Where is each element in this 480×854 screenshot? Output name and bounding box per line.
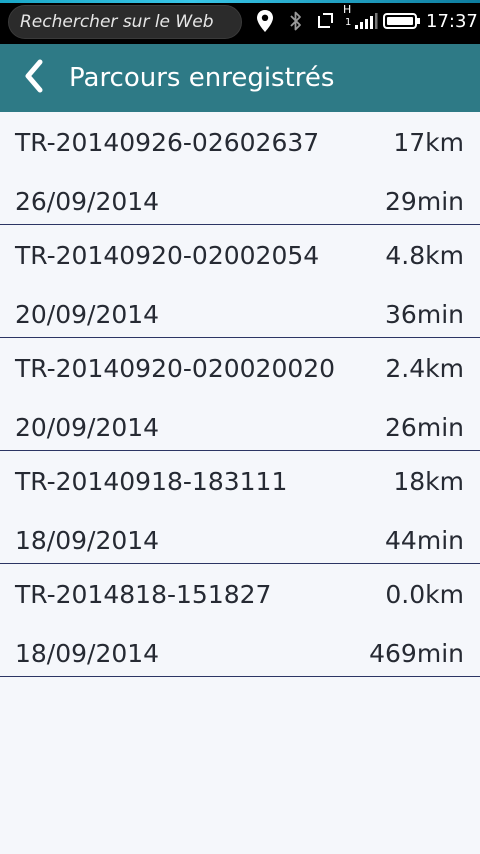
track-item[interactable]: TR-20140920-02002054 4.8km 20/09/2014 36…: [0, 225, 480, 338]
track-duration: 26min: [385, 413, 464, 442]
status-bar: Rechercher sur le Web H 1 17:37: [0, 0, 480, 44]
track-distance: 17km: [393, 128, 464, 157]
bluetooth-icon: [287, 8, 305, 34]
location-icon: [255, 8, 275, 34]
track-distance: 0.0km: [385, 580, 464, 609]
track-distance: 2.4km: [385, 354, 464, 383]
page-title: Parcours enregistrés: [69, 63, 335, 93]
track-name: TR-20140918-183111: [15, 467, 288, 496]
track-duration: 29min: [385, 187, 464, 216]
status-accent-line: [0, 0, 480, 3]
track-date: 20/09/2014: [15, 413, 160, 442]
clock: 17:37: [426, 11, 478, 32]
track-name: TR-2014818-151827: [15, 580, 272, 609]
track-date: 18/09/2014: [15, 526, 160, 555]
web-search-field[interactable]: Rechercher sur le Web: [8, 5, 242, 39]
track-duration: 44min: [385, 526, 464, 555]
sim-slot-label: 1: [345, 17, 352, 28]
track-item[interactable]: TR-20140926-02602637 17km 26/09/2014 29m…: [0, 112, 480, 225]
signal-icon: [353, 8, 379, 34]
track-date: 26/09/2014: [15, 187, 160, 216]
back-button[interactable]: [16, 59, 52, 97]
network-type-label: H: [343, 3, 352, 16]
track-date: 20/09/2014: [15, 300, 160, 329]
track-name: TR-20140920-02002054: [15, 241, 320, 270]
screen-rotation-icon: [314, 8, 336, 34]
track-item[interactable]: TR-2014818-151827 0.0km 18/09/2014 469mi…: [0, 564, 480, 677]
track-item[interactable]: TR-20140920-020020020 2.4km 20/09/2014 2…: [0, 338, 480, 451]
track-date: 18/09/2014: [15, 639, 160, 668]
app-header: Parcours enregistrés: [0, 44, 480, 112]
chevron-left-icon: [23, 59, 45, 97]
track-duration: 36min: [385, 300, 464, 329]
track-distance: 4.8km: [385, 241, 464, 270]
track-name: TR-20140920-020020020: [15, 354, 336, 383]
track-item[interactable]: TR-20140918-183111 18km 18/09/2014 44min: [0, 451, 480, 564]
track-list: TR-20140926-02602637 17km 26/09/2014 29m…: [0, 112, 480, 677]
track-duration: 469min: [369, 639, 464, 668]
track-distance: 18km: [393, 467, 464, 496]
battery-icon: [383, 8, 421, 34]
track-name: TR-20140926-02602637: [15, 128, 320, 157]
